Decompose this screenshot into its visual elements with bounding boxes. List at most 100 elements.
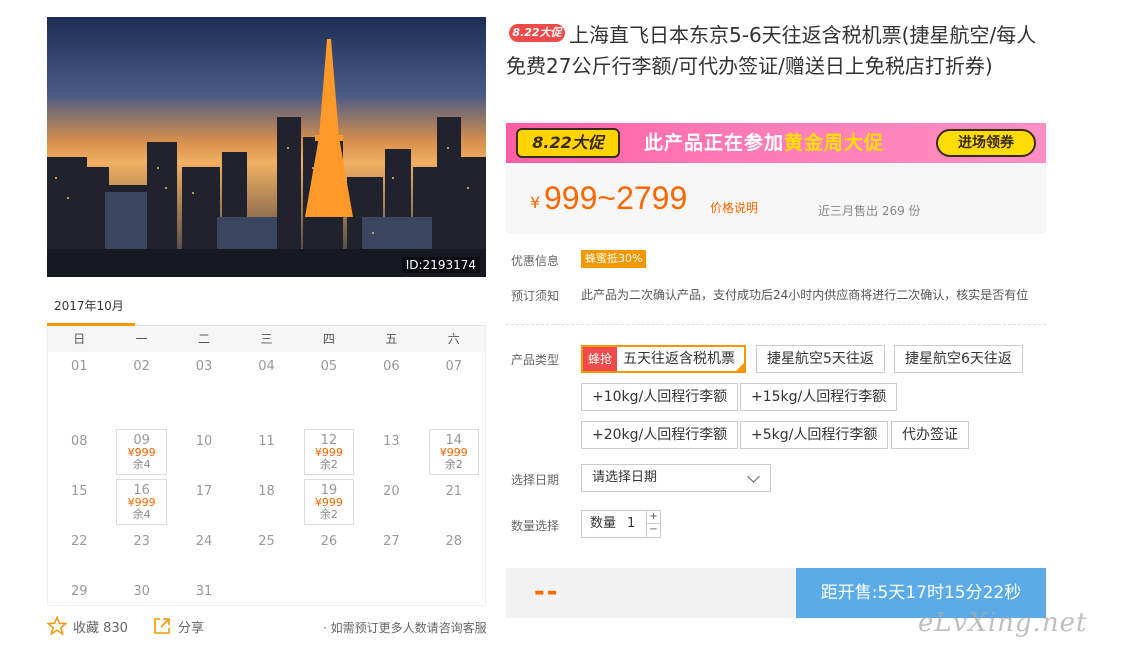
calendar-day: 13 [360,404,422,454]
calendar-month-tab[interactable]: 2017年10月 [47,296,135,326]
calendar: 日 一 二 三 四 五 六 01 02 03 04 05 06 07 08 09 ¥999 余4 10 11 12 ¥9… [47,326,486,606]
calendar-day: 05 [298,354,360,404]
weekday-label: 五 [385,332,398,346]
calendar-day: 10 [173,404,235,454]
watermark: eLvXing.net [918,608,1088,638]
calendar-day: 11 [235,404,297,454]
day-number: 06 [383,359,400,374]
calendar-day: 28 [423,504,485,554]
option-five-day-ticket[interactable]: 蜂抢 五天往返含税机票 [581,345,747,373]
calendar-day: 20 [360,454,422,504]
day-number: 03 [195,359,213,374]
chevron-down-icon [747,470,760,483]
calendar-day-available[interactable]: 09 ¥999 余4 [116,429,167,475]
quantity-buttons: + − [646,511,660,537]
calendar-day: 03 [173,354,235,404]
quantity-stepper[interactable]: 数量 1 + − [581,510,661,538]
day-number: 25 [258,534,275,549]
share-icon [154,618,170,634]
price-range: 999~2799 [544,180,688,216]
option-jetstar-5-day[interactable]: 捷星航空5天往返 [756,345,885,373]
image-id-label: ID:2193174 [401,257,480,273]
calendar-day: 29 [48,554,110,604]
calendar-day: 23 [110,504,172,554]
date-select[interactable]: 请选择日期 [581,464,771,492]
day-number: 07 [445,359,463,374]
calendar-day: 31 [173,554,235,604]
calendar-day: 02 [110,354,172,404]
day-number: 11 [258,434,275,449]
weekday-label: 六 [447,332,460,346]
discount-tag: 蜂蜜抵30% [581,250,647,268]
calendar-day: 15 [48,454,110,504]
promo-text-highlight: 黄金周大促 [784,132,885,154]
star-icon [47,616,67,636]
product-photo: ID:2193174 [47,17,486,277]
selected-check-icon [735,362,746,372]
option-plus-5kg[interactable]: +5kg/人回程行李额 [740,421,889,449]
price-explanation-link[interactable]: 价格说明 [710,199,758,216]
calendar-day: 21 [423,454,485,504]
consult-note: · 如需预订更多人数请咨询客服 [323,621,487,635]
calendar-day: 17 [173,454,235,504]
day-number: 10 [195,434,213,449]
calendar-day: 24 [173,504,235,554]
tokyo-skyline-illustration [47,17,486,277]
day-number: 30 [133,584,150,599]
quantity-increase-button[interactable]: + [647,511,660,524]
product-type-label: 产品类型 [511,353,560,367]
day-number: 04 [258,359,275,374]
day-number: 13 [383,434,400,449]
notice-text: 此产品为二次确认产品，支付成功后24小时内供应商将进行二次确认，核实是否有位 [581,288,1029,302]
day-stock: 余2 [319,458,338,471]
promo-text-before: 此产品正在参加 [644,132,785,154]
date-label: 选择日期 [511,473,560,487]
calendar-day: 01 [48,354,110,404]
product-title: 上海直飞日本东京5-6天往返含税机票(捷星航空/每人免费27公斤行李额/可代办签… [506,23,1037,78]
calendar-day: 07 [423,354,485,404]
weekday-label: 三 [260,332,273,346]
calendar-day: 26 [298,504,360,554]
day-number: 20 [383,484,400,499]
discount-label: 优惠信息 [511,254,560,268]
quantity-decrease-button[interactable]: − [647,524,660,537]
day-stock: 余4 [132,458,151,471]
quantity-label: 数量选择 [511,519,560,533]
date-select-value: 请选择日期 [592,470,658,485]
calendar-day-available[interactable]: 12 ¥999 余2 [303,429,355,475]
day-number: 28 [445,534,463,549]
option-jetstar-6-day[interactable]: 捷星航空6天往返 [894,345,1023,373]
day-number: 05 [320,359,338,374]
day-number: 23 [133,534,150,549]
day-number: 17 [195,484,213,499]
day-number: 31 [195,584,213,599]
day-number: 22 [70,534,88,549]
divider [506,324,1046,325]
promo-banner[interactable]: 8.22大促 此产品正在参加黄金周大促 进场领券 [506,123,1046,163]
buy-price-bar: -- [506,568,796,618]
option-visa-service[interactable]: 代办签证 [891,421,969,449]
quantity-prefix: 数量 [590,516,617,531]
calendar-day: 27 [360,504,422,554]
get-coupon-button[interactable]: 进场领券 [936,129,1036,157]
share-button[interactable]: 分享 [152,616,204,636]
promo-badge: 8.22大促 [509,24,565,42]
option-plus-10kg[interactable]: +10kg/人回程行李额 [581,383,739,411]
option-plus-20kg[interactable]: +20kg/人回程行李额 [581,421,739,449]
day-number: 29 [70,584,88,599]
day-number: 27 [383,534,400,549]
weekday-label: 四 [322,332,335,346]
calendar-day: 04 [235,354,297,404]
day-number: 24 [195,534,213,549]
weekday-label: 一 [135,332,148,346]
calendar-day: 18 [235,454,297,504]
option-plus-15kg[interactable]: +15kg/人回程行李额 [740,383,898,411]
quantity-value[interactable]: 1 [627,511,635,537]
day-number: 21 [445,484,463,499]
option-flash-tag: 蜂抢 [583,347,618,371]
sold-count: 近三月售出 269 份 [818,204,921,218]
calendar-day: 30 [110,554,172,604]
price-box: ¥ 999~2799 价格说明 近三月售出 269 份 [506,163,1046,234]
favorite-button[interactable]: 收藏 830 [47,616,128,636]
day-number: 15 [70,484,88,499]
